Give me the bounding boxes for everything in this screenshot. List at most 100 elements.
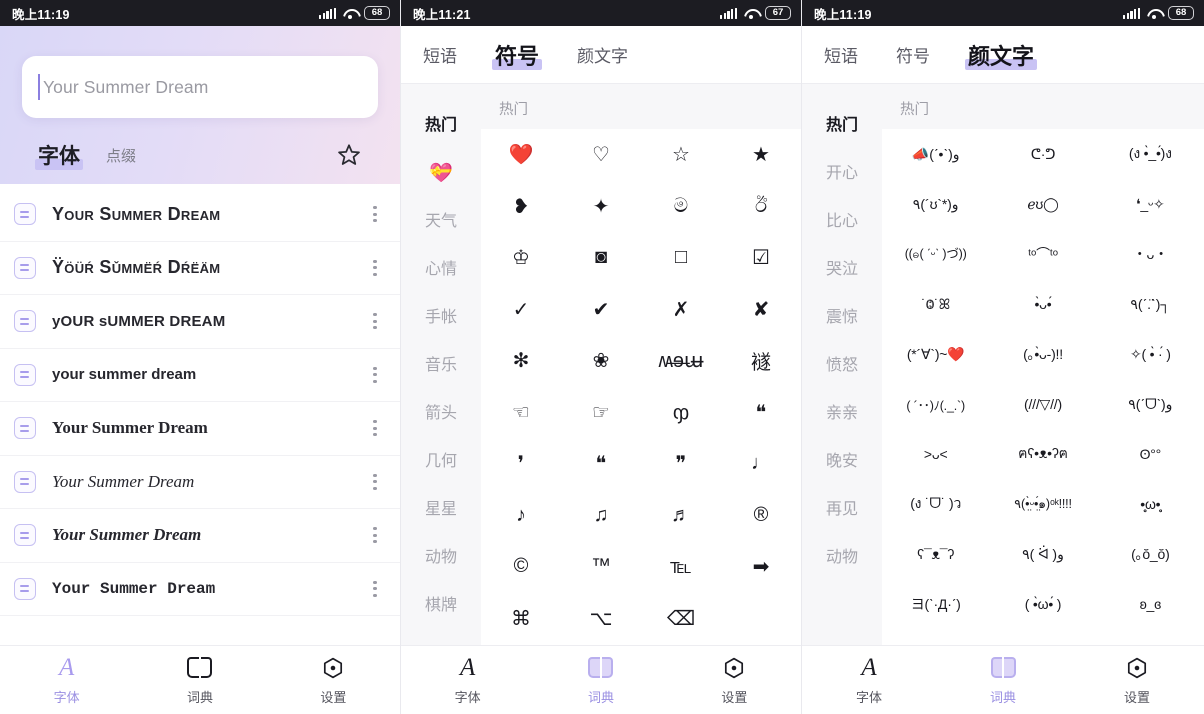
- category-item[interactable]: 开心: [802, 150, 882, 198]
- tab-symbols[interactable]: 符号: [896, 42, 930, 67]
- table-row[interactable]: Your Summer Dream: [0, 188, 400, 242]
- kaomoji-cell[interactable]: ((ဓ( ˊᵕˋ )づ)): [882, 229, 989, 279]
- nav-item-fonts[interactable]: A 字体: [0, 654, 133, 706]
- kaomoji-category-list[interactable]: 热门 开心 比心 哭泣 震惊 愤怒 亲亲 晚安 再见 动物: [802, 84, 882, 645]
- kaomoji-cell[interactable]: •̥̥̥ω•̥̥̥: [1097, 479, 1204, 529]
- row-overflow-menu-icon[interactable]: [366, 310, 384, 332]
- kaomoji-cell[interactable]: (///▽//): [989, 379, 1096, 429]
- kaomoji-cell[interactable]: ( ´･･)ﾉ(._.`): [882, 379, 989, 429]
- kaomoji-cell[interactable]: (ง ˙ᗜ˙ )ว: [882, 479, 989, 529]
- category-item[interactable]: 晚安: [802, 438, 882, 486]
- symbol-cell[interactable]: ❝: [561, 438, 641, 490]
- kaomoji-cell[interactable]: ฅʕ•ᴥ•ʔฅ: [989, 429, 1096, 479]
- kaomoji-cell[interactable]: ヨ(ˋ·Д·ˊ): [882, 579, 989, 629]
- kaomoji-cell[interactable]: (ง •̀_•́)ง: [1097, 129, 1204, 179]
- symbol-cell[interactable]: ⌘: [481, 593, 561, 645]
- nav-item-dictionary[interactable]: 词典: [534, 655, 667, 706]
- symbol-cell[interactable]: ම: [641, 181, 721, 233]
- symbol-cell[interactable]: ☆: [641, 129, 721, 181]
- kaomoji-cell[interactable]: ・ᴗ・: [1097, 229, 1204, 279]
- tab-phrases[interactable]: 短语: [423, 42, 457, 67]
- symbol-cell[interactable]: ™: [561, 541, 641, 593]
- symbol-cell[interactable]: ℡: [641, 541, 721, 593]
- tab-phrases[interactable]: 短语: [824, 42, 858, 67]
- row-overflow-menu-icon[interactable]: [366, 417, 384, 439]
- symbol-cell[interactable]: ✘: [721, 284, 801, 336]
- symbol-cell[interactable]: ◙: [561, 232, 641, 284]
- symbol-cell[interactable]: ☜: [481, 387, 561, 439]
- kaomoji-cell[interactable]: ❛_ᵕ✧: [1097, 179, 1204, 229]
- kaomoji-cell[interactable]: 📣(ˊ•ˋ)و: [882, 129, 989, 179]
- category-item[interactable]: 棋牌: [401, 582, 481, 630]
- kaomoji-cell[interactable]: ʚ_ɞ: [1097, 579, 1204, 629]
- tab-fonts[interactable]: 字体: [35, 140, 83, 170]
- nav-item-settings[interactable]: 设置: [267, 655, 400, 706]
- symbol-cell[interactable]: ☞: [561, 387, 641, 439]
- symbol-cell[interactable]: 襚: [721, 335, 801, 387]
- category-item[interactable]: 再见: [802, 486, 882, 534]
- table-row[interactable]: Ÿöüŕ Sǔmmëŕ Dŕëäm: [0, 242, 400, 295]
- category-item[interactable]: 动物: [802, 534, 882, 582]
- symbol-cell[interactable]: ©: [481, 541, 561, 593]
- category-item-emoji[interactable]: 💝: [401, 150, 481, 198]
- symbol-cell[interactable]: ♔: [481, 232, 561, 284]
- symbol-cell[interactable]: ʍ̶ɘ̶ա̶: [641, 335, 721, 387]
- symbol-cell[interactable]: ❤️: [481, 129, 561, 181]
- nav-item-settings[interactable]: 设置: [668, 655, 801, 706]
- tab-decoration[interactable]: 点缀: [106, 145, 136, 166]
- symbol-cell[interactable]: ✗: [641, 284, 721, 336]
- kaomoji-cell[interactable]: ✧( •̀ ·́ ): [1097, 329, 1204, 379]
- table-row[interactable]: Your Summer Dream: [0, 509, 400, 563]
- kaomoji-cell[interactable]: ٩(•̤̀ᵕ•̤́๑)ᵒᵏ!!!!: [989, 479, 1096, 529]
- category-item[interactable]: 哭泣: [802, 246, 882, 294]
- nav-item-fonts[interactable]: A 字体: [802, 654, 936, 706]
- table-row[interactable]: your summer dream: [0, 349, 400, 402]
- kaomoji-cell[interactable]: ٩(´ʊ`*)و: [882, 179, 989, 229]
- font-list[interactable]: Your Summer Dream Ÿöüŕ Sǔmmëŕ Dŕëäm yOUR…: [0, 184, 400, 645]
- kaomoji-cell[interactable]: ᵗᵒ⌒ᵗᵒ: [989, 229, 1096, 279]
- symbols-category-list[interactable]: 热门 💝 天气 心情 手帐 音乐 箭头 几何 星星 动物 棋牌: [401, 84, 481, 645]
- kaomoji-grid[interactable]: 📣(ˊ•ˋ)و ᕦ·ᕤ (ง •̀_•́)ง ٩(´ʊ`*)و ℯʊ◯ ❛_ᵕ✧…: [882, 129, 1204, 645]
- symbol-cell[interactable]: ✔: [561, 284, 641, 336]
- symbol-cell[interactable]: ➡: [721, 541, 801, 593]
- symbols-grid[interactable]: ❤️ ♡ ☆ ★ ❥ ✦ ම ඊ ♔ ◙ □ ☑ ✓ ✔ ✗ ✘ ✻ ❀ ʍ̶ɘ…: [481, 129, 801, 645]
- table-row[interactable]: yOUR sUMMER DREAM: [0, 295, 400, 349]
- category-item[interactable]: 箭头: [401, 390, 481, 438]
- kaomoji-cell[interactable]: ˃ᴗ˂: [882, 429, 989, 479]
- category-item[interactable]: 动物: [401, 534, 481, 582]
- table-row[interactable]: Your Summer Dream: [0, 456, 400, 509]
- row-overflow-menu-icon[interactable]: [366, 578, 384, 600]
- symbol-cell[interactable]: ♫: [561, 490, 641, 542]
- category-item[interactable]: 亲亲: [802, 390, 882, 438]
- symbol-cell[interactable]: ®: [721, 490, 801, 542]
- tab-symbols[interactable]: 符号: [491, 39, 543, 71]
- symbol-cell[interactable]: ✦: [561, 181, 641, 233]
- category-item[interactable]: 天气: [401, 198, 481, 246]
- row-overflow-menu-icon[interactable]: [366, 364, 384, 386]
- symbol-cell[interactable]: □: [641, 232, 721, 284]
- tab-kaomoji[interactable]: 颜文字: [577, 42, 628, 67]
- category-item[interactable]: 比心: [802, 198, 882, 246]
- symbol-cell[interactable]: ❞: [641, 438, 721, 490]
- category-item[interactable]: 星星: [401, 486, 481, 534]
- symbol-cell[interactable]: ⌥: [561, 593, 641, 645]
- nav-item-dictionary[interactable]: 词典: [936, 655, 1070, 706]
- nav-item-dictionary[interactable]: 词典: [133, 655, 266, 706]
- category-item[interactable]: 几何: [401, 438, 481, 486]
- kaomoji-cell[interactable]: (｡•̀ᴗ-)!!: [989, 329, 1096, 379]
- category-item[interactable]: 震惊: [802, 294, 882, 342]
- row-overflow-menu-icon[interactable]: [366, 471, 384, 493]
- symbol-cell[interactable]: ❝: [721, 387, 801, 439]
- symbol-cell[interactable]: ☑: [721, 232, 801, 284]
- kaomoji-cell[interactable]: ( •̀ω•́ ): [989, 579, 1096, 629]
- symbol-cell[interactable]: ⌫: [641, 593, 721, 645]
- category-item[interactable]: 愤怒: [802, 342, 882, 390]
- row-overflow-menu-icon[interactable]: [366, 203, 384, 225]
- kaomoji-cell[interactable]: ٩(ˊ.ˋ̈)┐: [1097, 279, 1204, 329]
- symbol-cell[interactable]: ❀: [561, 335, 641, 387]
- symbol-cell[interactable]: ♪: [481, 490, 561, 542]
- symbol-cell[interactable]: ✓: [481, 284, 561, 336]
- table-row[interactable]: Your Summer Dream: [0, 563, 400, 616]
- category-item[interactable]: 手帐: [401, 294, 481, 342]
- category-item[interactable]: 热门: [802, 102, 882, 150]
